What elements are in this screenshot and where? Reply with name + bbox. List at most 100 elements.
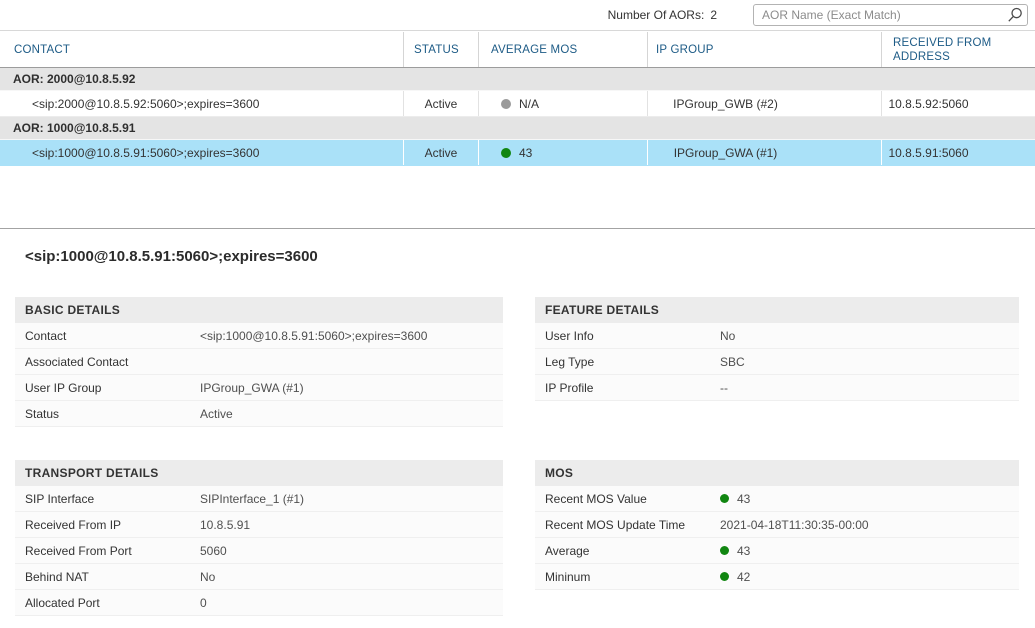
detail-value: 5060 (200, 544, 227, 558)
column-header-received-from-address: RECEIVED FROM ADDRESS (881, 32, 1035, 67)
status-dot-green (720, 572, 729, 581)
panel-feature-details: FEATURE DETAILSUser InfoNoLeg TypeSBCIP … (535, 297, 1019, 401)
detail-label: Behind NAT (15, 570, 200, 584)
detail-value-text: -- (720, 381, 728, 395)
cell-received-from-address: 10.8.5.91:5060 (881, 140, 1035, 165)
detail-value-text: 43 (737, 544, 750, 558)
detail-label: User Info (535, 329, 720, 343)
detail-label: Average (535, 544, 720, 558)
cell-contact: <sip:1000@10.8.5.91:5060>;expires=3600 (0, 140, 403, 165)
details-panels: BASIC DETAILSContact<sip:1000@10.8.5.91:… (15, 297, 1019, 616)
mos-value: 43 (519, 146, 532, 160)
panel-title: FEATURE DETAILS (535, 297, 1019, 323)
detail-label: Mininum (535, 570, 720, 584)
cell-status: Active (403, 91, 478, 116)
panel-mos: MOS Recent MOS Value 43 Recent MOS Update T… (535, 460, 1019, 590)
contact-row[interactable]: <sip:2000@10.8.5.92:5060>;expires=3600Ac… (0, 91, 1035, 117)
detail-label: Received From IP (15, 518, 200, 532)
detail-value-text: No (720, 329, 735, 343)
detail-value: SBC (720, 355, 745, 369)
panel-title: BASIC DETAILS (15, 297, 503, 323)
detail-label: Received From Port (15, 544, 200, 558)
detail-value: No (200, 570, 215, 584)
detail-label: Recent MOS Value (535, 492, 720, 506)
detail-value-text: SIPInterface_1 (#1) (200, 492, 304, 506)
detail-value: No (720, 329, 735, 343)
detail-value-text: 10.8.5.91 (200, 518, 250, 532)
table-header-row: CONTACTSTATUSAVERAGE MOSIP GROUPRECEIVED… (0, 32, 1035, 68)
panel-transport-details: TRANSPORT DETAILSSIP InterfaceSIPInterfa… (15, 460, 503, 616)
detail-value-text: IPGroup_GWA (#1) (200, 381, 304, 395)
cell-status: Active (403, 140, 478, 165)
cell-received-from-address: 10.8.5.92:5060 (881, 91, 1035, 116)
search-button[interactable] (1003, 5, 1027, 25)
status-dot-green (720, 546, 729, 555)
detail-value: 42 (720, 570, 750, 584)
aor-search-input[interactable] (754, 6, 1003, 24)
detail-value-text: 43 (737, 492, 750, 506)
detail-label: Status (15, 407, 200, 421)
detail-value-text: <sip:1000@10.8.5.91:5060>;expires=3600 (200, 329, 427, 343)
aor-count: Number Of AORs: 2 (608, 8, 717, 22)
detail-row-behind-nat: Behind NATNo (15, 564, 503, 590)
detail-row-user-info: User InfoNo (535, 323, 1019, 349)
cell-average-mos: 43 (478, 140, 647, 165)
detail-value-text: 0 (200, 596, 207, 610)
detail-row-leg-type: Leg TypeSBC (535, 349, 1019, 375)
detail-value: Active (200, 407, 233, 421)
detail-value-text: SBC (720, 355, 745, 369)
detail-label: SIP Interface (15, 492, 200, 506)
detail-value: <sip:1000@10.8.5.91:5060>;expires=3600 (200, 329, 427, 343)
section-divider (0, 228, 1035, 229)
status-dot-green (501, 148, 511, 158)
aor-group-row: AOR: 2000@10.8.5.92 (0, 68, 1035, 91)
details-title: <sip:1000@10.8.5.91:5060>;expires=3600 (25, 248, 318, 265)
aor-count-label: Number Of AORs: (608, 8, 705, 22)
detail-row-status: StatusActive (15, 401, 503, 427)
detail-row-associated-contact: Associated Contact (15, 349, 503, 375)
detail-row-contact: Contact<sip:1000@10.8.5.91:5060>;expires… (15, 323, 503, 349)
detail-label: IP Profile (535, 381, 720, 395)
detail-label: User IP Group (15, 381, 200, 395)
detail-value-text: 5060 (200, 544, 227, 558)
detail-label: Allocated Port (15, 596, 200, 610)
detail-value-text: Active (200, 407, 233, 421)
cell-ip-group: IPGroup_GWA (#1) (647, 140, 881, 165)
detail-value: 2021-04-18T11:30:35-00:00 (720, 518, 869, 532)
detail-label: Leg Type (535, 355, 720, 369)
panel-basic-details: BASIC DETAILSContact<sip:1000@10.8.5.91:… (15, 297, 503, 427)
panel-title: TRANSPORT DETAILS (15, 460, 503, 486)
detail-row-recent-mos-value: Recent MOS Value 43 (535, 486, 1019, 512)
status-dot-gray (501, 99, 511, 109)
aor-count-value: 2 (710, 8, 717, 22)
detail-value: 0 (200, 596, 207, 610)
column-header-contact: CONTACT (0, 32, 403, 67)
detail-row-recent-mos-update-time: Recent MOS Update Time2021-04-18T11:30:3… (535, 512, 1019, 538)
contact-row[interactable]: <sip:1000@10.8.5.91:5060>;expires=3600Ac… (0, 140, 1035, 166)
detail-value: 43 (720, 492, 750, 506)
column-header-average-mos: AVERAGE MOS (478, 32, 647, 67)
status-dot-green (720, 494, 729, 503)
magnifier-icon (1007, 7, 1023, 23)
detail-value: 10.8.5.91 (200, 518, 250, 532)
detail-row-mininum: Mininum 42 (535, 564, 1019, 590)
panel-title: MOS (535, 460, 1019, 486)
cell-ip-group: IPGroup_GWB (#2) (647, 91, 881, 116)
detail-label: Contact (15, 329, 200, 343)
detail-row-average: Average 43 (535, 538, 1019, 564)
detail-label: Associated Contact (15, 355, 200, 369)
detail-value: IPGroup_GWA (#1) (200, 381, 304, 395)
detail-row-user-ip-group: User IP GroupIPGroup_GWA (#1) (15, 375, 503, 401)
detail-label: Recent MOS Update Time (535, 518, 720, 532)
detail-row-received-from-port: Received From Port5060 (15, 538, 503, 564)
detail-value: SIPInterface_1 (#1) (200, 492, 304, 506)
detail-row-received-from-ip: Received From IP10.8.5.91 (15, 512, 503, 538)
detail-row-sip-interface: SIP InterfaceSIPInterface_1 (#1) (15, 486, 503, 512)
aor-group-row: AOR: 1000@10.8.5.91 (0, 117, 1035, 140)
mos-value: N/A (519, 97, 539, 111)
detail-value-text: 42 (737, 570, 750, 584)
detail-value: -- (720, 381, 728, 395)
detail-row-ip-profile: IP Profile-- (535, 375, 1019, 401)
detail-value: 43 (720, 544, 750, 558)
cell-average-mos: N/A (478, 91, 647, 116)
